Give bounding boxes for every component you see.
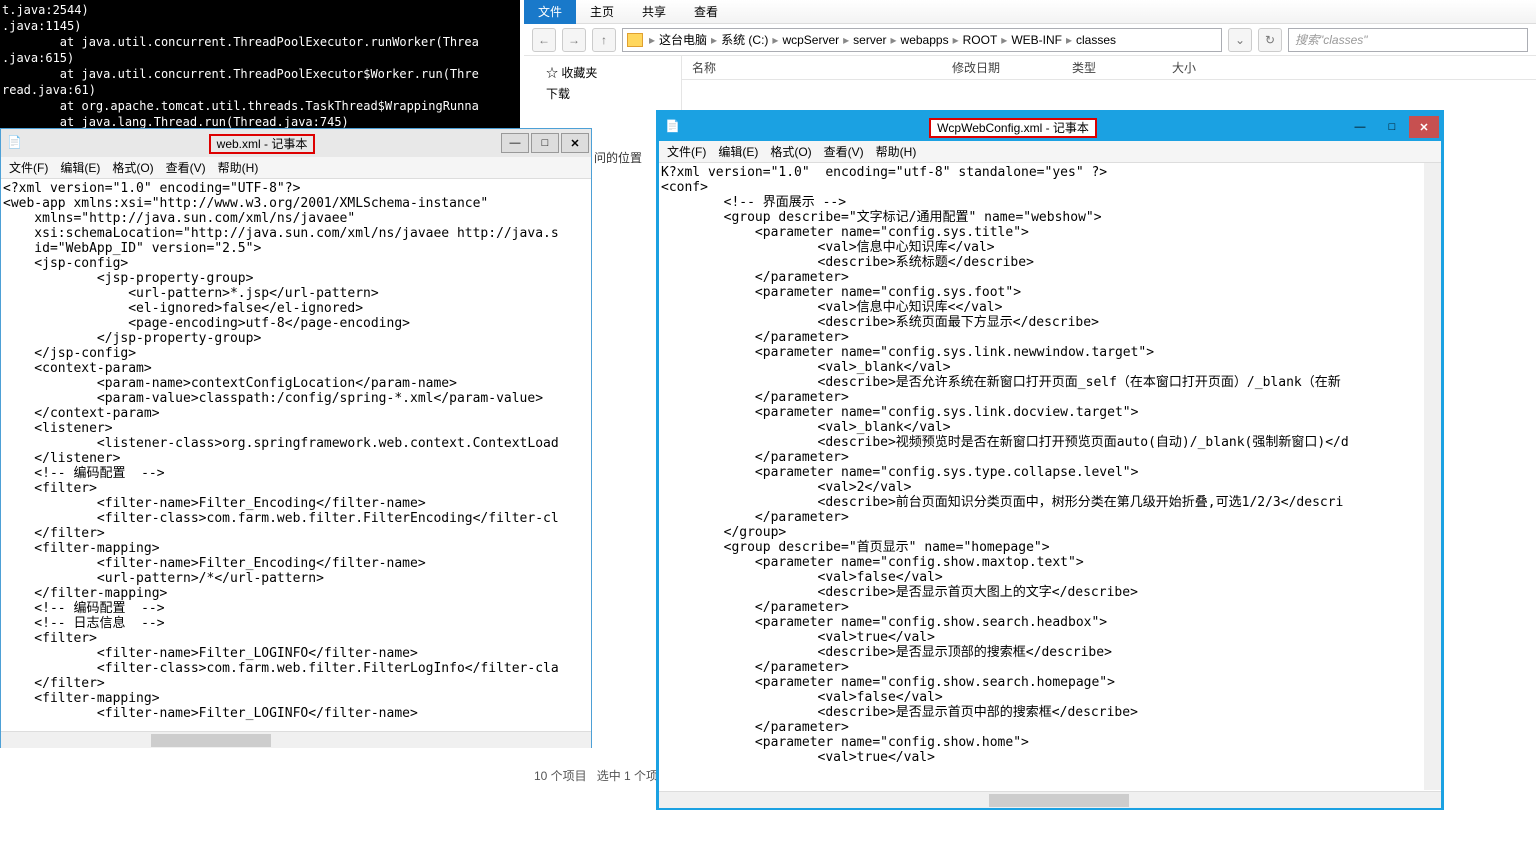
- back-button[interactable]: ←: [532, 28, 556, 52]
- ribbon-tab-home[interactable]: 主页: [576, 0, 628, 24]
- forward-button[interactable]: →: [562, 28, 586, 52]
- np2-vscroll[interactable]: [1424, 163, 1441, 790]
- folder-icon: [627, 33, 643, 47]
- ribbon-tab-share[interactable]: 共享: [628, 0, 680, 24]
- np1-title: web.xml - 记事本: [209, 134, 316, 154]
- notepad-wcpwebconfig: 📄 WcpWebConfig.xml - 记事本 — □ ✕ 文件(F) 编辑(…: [656, 110, 1444, 810]
- bc-classes[interactable]: classes: [1074, 33, 1118, 47]
- bc-computer[interactable]: 这台电脑: [657, 31, 709, 48]
- sidebar-downloads[interactable]: 下载: [530, 83, 675, 104]
- notepad-webxml: 📄 web.xml - 记事本 — □ ✕ 文件(F) 编辑(E) 格式(O) …: [0, 128, 592, 748]
- dropdown-button[interactable]: ⌄: [1228, 28, 1252, 52]
- np2-content[interactable]: K?xml version="1.0" encoding="utf-8" sta…: [659, 163, 1441, 791]
- np1-hscroll[interactable]: [1, 731, 591, 748]
- bc-webapps[interactable]: webapps: [899, 33, 951, 47]
- menu-edit[interactable]: 编辑(E): [60, 159, 100, 176]
- sidebar-favorites[interactable]: ☆ 收藏夹: [530, 62, 675, 83]
- col-type[interactable]: 类型: [1062, 59, 1162, 76]
- search-input[interactable]: 搜索"classes": [1288, 28, 1528, 52]
- minimize-button[interactable]: —: [1345, 116, 1375, 138]
- menu-edit[interactable]: 编辑(E): [718, 143, 758, 160]
- close-button[interactable]: ✕: [1409, 116, 1439, 138]
- np1-content[interactable]: <?xml version="1.0" encoding="UTF-8"?> <…: [1, 179, 591, 731]
- np2-hscroll[interactable]: [659, 791, 1441, 808]
- col-name[interactable]: 名称: [682, 59, 942, 76]
- np2-title: WcpWebConfig.xml - 记事本: [929, 118, 1097, 138]
- maximize-button[interactable]: □: [1377, 116, 1407, 138]
- col-size[interactable]: 大小: [1162, 59, 1242, 76]
- menu-format[interactable]: 格式(O): [112, 159, 153, 176]
- location-text: 问的位置: [594, 149, 642, 166]
- refresh-button[interactable]: ↻: [1258, 28, 1282, 52]
- np1-titlebar[interactable]: 📄 web.xml - 记事本 — □ ✕: [1, 129, 591, 157]
- menu-view[interactable]: 查看(V): [824, 143, 864, 160]
- breadcrumb[interactable]: ▸ 这台电脑▸ 系统 (C:)▸ wcpServer▸ server▸ weba…: [622, 28, 1222, 52]
- close-button[interactable]: ✕: [561, 133, 589, 153]
- explorer-ribbon: 文件 主页 共享 查看: [524, 0, 1536, 24]
- ribbon-tab-file[interactable]: 文件: [524, 0, 576, 24]
- np1-menubar: 文件(F) 编辑(E) 格式(O) 查看(V) 帮助(H): [1, 157, 591, 179]
- col-date[interactable]: 修改日期: [942, 59, 1062, 76]
- bc-wcpserver[interactable]: wcpServer: [780, 33, 841, 47]
- notepad-icon: 📄: [7, 135, 23, 151]
- menu-file[interactable]: 文件(F): [667, 143, 706, 160]
- np2-menubar: 文件(F) 编辑(E) 格式(O) 查看(V) 帮助(H): [659, 141, 1441, 163]
- explorer-nav: ← → ↑ ▸ 这台电脑▸ 系统 (C:)▸ wcpServer▸ server…: [524, 24, 1536, 56]
- up-button[interactable]: ↑: [592, 28, 616, 52]
- menu-view[interactable]: 查看(V): [166, 159, 206, 176]
- menu-file[interactable]: 文件(F): [9, 159, 48, 176]
- bc-root[interactable]: ROOT: [961, 33, 1000, 47]
- menu-format[interactable]: 格式(O): [770, 143, 811, 160]
- menu-help[interactable]: 帮助(H): [218, 159, 259, 176]
- minimize-button[interactable]: —: [501, 133, 529, 153]
- bc-server[interactable]: server: [851, 33, 888, 47]
- notepad-icon: 📄: [665, 119, 681, 135]
- np2-titlebar[interactable]: 📄 WcpWebConfig.xml - 记事本 — □ ✕: [659, 113, 1441, 141]
- bc-webinf[interactable]: WEB-INF: [1009, 33, 1064, 47]
- explorer-status: 10 个项目 选中 1 个项: [524, 763, 668, 788]
- menu-help[interactable]: 帮助(H): [876, 143, 917, 160]
- maximize-button[interactable]: □: [531, 133, 559, 153]
- explorer-list: 名称 修改日期 类型 大小: [682, 56, 1536, 116]
- bc-drive[interactable]: 系统 (C:): [719, 31, 770, 48]
- console-output: t.java:2544) .java:1145) at java.util.co…: [0, 0, 520, 128]
- ribbon-tab-view[interactable]: 查看: [680, 0, 732, 24]
- explorer-sidebar: ☆ 收藏夹 下载: [524, 56, 682, 116]
